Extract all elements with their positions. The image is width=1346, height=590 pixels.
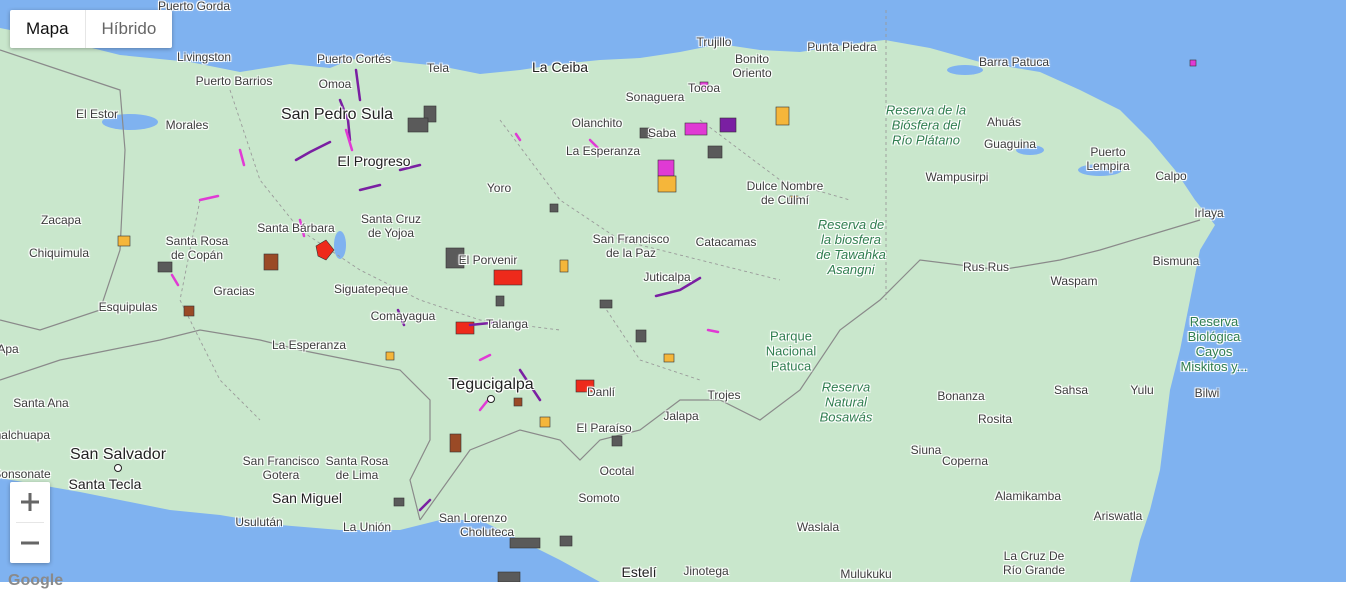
place-label: Usulután — [235, 515, 283, 530]
place-label: Yoro — [486, 181, 512, 196]
place-label: Irlaya — [1194, 206, 1224, 221]
place-label: El Estor — [75, 107, 119, 122]
place-label: Gracias — [213, 284, 255, 299]
place-label: San Francisco de la Paz — [592, 232, 670, 260]
zoom-out-button[interactable] — [10, 523, 50, 563]
city-label: San Miguel — [271, 489, 343, 506]
place-label: Santa Rosa de Copán — [165, 234, 229, 262]
place-label: La Unión — [342, 520, 392, 535]
minus-icon — [21, 541, 39, 545]
place-label: Choluteca — [459, 525, 515, 540]
place-label: Alamikamba — [994, 489, 1062, 504]
place-label: Chalchuapa — [0, 428, 51, 443]
city-label: San Pedro Sula — [280, 105, 394, 123]
place-label: Zacapa — [40, 213, 82, 228]
place-label: Santa Bárbara — [257, 221, 335, 236]
place-label: La Cruz De Río Grande — [1002, 549, 1066, 577]
place-label: Somoto — [578, 491, 620, 506]
place-label: Jalapa — [663, 409, 699, 424]
place-label: Santa Cruz de Yojoa — [360, 212, 422, 240]
city-label: El Progreso — [337, 152, 411, 169]
place-label: Talanga — [485, 317, 529, 332]
map-type-control: Mapa Híbrido — [10, 10, 173, 48]
place-label: Rosita — [977, 412, 1013, 427]
place-label: Santa Rosa de Lima — [325, 454, 389, 482]
place-label: Sonaguera — [625, 90, 685, 105]
place-label: Puerto Lempira — [1086, 145, 1130, 173]
place-label: Livingston — [176, 50, 232, 65]
place-label: San Francisco Gotera — [242, 454, 320, 482]
place-label: Bismuna — [1152, 254, 1200, 269]
capital-marker — [487, 395, 495, 403]
place-label: Calpo — [1155, 169, 1187, 184]
place-label: Bilwi — [1194, 386, 1220, 401]
reserve-label: Reserva Biológica Cayos Miskitos y... — [1180, 314, 1248, 374]
place-label: Jinotega — [683, 564, 729, 579]
place-label: Juticalpa — [643, 270, 691, 285]
place-label: Apa — [0, 342, 19, 357]
city-label: Santa Tecla — [68, 475, 142, 492]
place-label: Siuna — [910, 443, 942, 458]
place-label: El Paraíso — [576, 421, 632, 436]
place-label: Esquipulas — [98, 300, 158, 315]
place-label: Ariswatla — [1093, 509, 1143, 524]
place-label: Trojes — [707, 388, 741, 403]
place-label: Punta Piedra — [807, 40, 877, 55]
place-label: Yulu — [1130, 383, 1154, 398]
place-label: Tocoa — [687, 81, 721, 96]
place-label: Chiquimula — [28, 246, 90, 261]
city-label: Estelí — [621, 563, 657, 580]
place-label: Ocotal — [599, 464, 635, 479]
place-label: Catacamas — [695, 235, 757, 250]
place-label: Mulukuku — [840, 567, 892, 582]
place-label: Waslala — [796, 520, 840, 535]
place-label: Omoa — [318, 77, 352, 92]
reserve-label: Reserva de la Biósfera del Río Plátano — [885, 102, 967, 148]
map-type-map-button[interactable]: Mapa — [10, 10, 85, 48]
place-label: Bonanza — [937, 389, 985, 404]
place-label: El Porvenir — [458, 253, 518, 268]
place-label: Saba — [647, 126, 677, 141]
reserve-label: Reserva Natural Bosawás — [819, 379, 873, 425]
place-label: Danlí — [586, 385, 616, 400]
place-label: Rus Rus — [962, 260, 1010, 275]
place-label: Trujillo — [696, 35, 732, 50]
place-label: Barra Patuca — [978, 55, 1050, 70]
place-label: Morales — [165, 118, 209, 133]
city-label: La Ceiba — [531, 58, 589, 75]
place-label: Comayagua — [370, 309, 436, 324]
place-label: Bonito Oriento — [732, 52, 772, 80]
place-label: Sahsa — [1053, 383, 1089, 398]
zoom-controls — [10, 482, 50, 563]
place-label: Santa Ana — [13, 396, 69, 411]
reserve-label: Reserva de la biosfera de Tawahka Asangn… — [816, 217, 886, 277]
city-label: Tegucigalpa — [448, 375, 534, 393]
place-label: Guaguina — [983, 137, 1037, 152]
place-label: Siguatepeque — [333, 282, 409, 297]
place-label: Puerto Barrios — [195, 74, 273, 89]
place-label: Puerto Cortés — [316, 52, 392, 67]
place-label: Dulce Nombre de Culmí — [746, 179, 824, 207]
place-label: Olanchito — [571, 116, 623, 131]
map-type-hybrid-button[interactable]: Híbrido — [84, 10, 173, 48]
reserve-label: Parque Nacional Patuca — [765, 328, 817, 374]
google-attribution: Google — [8, 572, 64, 589]
capital-marker — [114, 464, 122, 472]
place-label: La Esperanza — [271, 338, 347, 353]
city-label: San Salvador — [69, 445, 167, 463]
place-label: La Esperanza — [565, 144, 641, 159]
place-label: Coperna — [941, 454, 989, 469]
place-label: Wampusirpi — [925, 170, 989, 185]
place-label: Waspam — [1050, 274, 1098, 289]
place-label: San Lorenzo — [438, 511, 508, 526]
place-label: Sonsonate — [0, 467, 51, 482]
place-label: Ahuás — [986, 115, 1022, 130]
plus-icon — [21, 493, 39, 511]
place-label: Tela — [426, 61, 450, 76]
zoom-in-button[interactable] — [10, 482, 50, 522]
